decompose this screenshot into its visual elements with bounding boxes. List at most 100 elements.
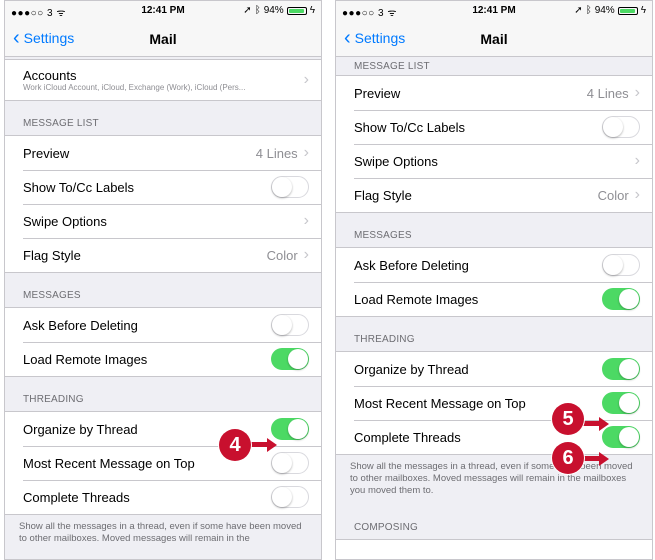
- section-header-message-list: MESSAGE LIST: [354, 61, 430, 72]
- preview-value: 4 Lines: [255, 145, 298, 161]
- swipe-options-label: Swipe Options: [354, 153, 438, 169]
- accounts-group: Accounts Work iCloud Account, iCloud, Ex…: [5, 59, 321, 101]
- ask-before-deleting-switch[interactable]: [602, 254, 640, 276]
- swipe-options-row[interactable]: Swipe Options ›: [336, 144, 652, 178]
- location-arrow-icon: ➚: [243, 5, 252, 16]
- switch-knob: [288, 419, 308, 439]
- swipe-options-label: Swipe Options: [23, 213, 107, 229]
- accounts-text: Accounts Work iCloud Account, iCloud, Ex…: [23, 68, 304, 92]
- switch-knob: [272, 453, 292, 473]
- chevron-right-icon: ›: [303, 246, 309, 263]
- callout-arrow-head: [599, 452, 609, 466]
- settings-list[interactable]: MESSAGE LIST Preview 4 Lines › Show To/C…: [336, 57, 652, 559]
- messages-group: Ask Before Deleting Load Remote Images: [336, 247, 652, 317]
- switch-knob: [272, 177, 292, 197]
- organize-by-thread-switch[interactable]: [271, 418, 309, 440]
- ask-before-deleting-switch[interactable]: [271, 314, 309, 336]
- flag-style-label: Flag Style: [23, 247, 81, 263]
- switch-knob: [619, 393, 639, 413]
- right-phone-screen: ●●●○○ 3 ᯤ 12:41 PM ➚ ᛒ 94% ϟ ‹ Settings …: [335, 0, 653, 560]
- load-remote-images-row: Load Remote Images: [336, 282, 652, 316]
- chevron-right-icon: ›: [303, 144, 309, 161]
- preview-row[interactable]: Preview 4 Lines ›: [5, 136, 321, 170]
- chevron-right-icon: ›: [634, 186, 640, 203]
- swipe-options-row[interactable]: Swipe Options ›: [5, 204, 321, 238]
- charging-icon: ϟ: [640, 5, 646, 16]
- complete-threads-switch[interactable]: [271, 486, 309, 508]
- messages-group: Ask Before Deleting Load Remote Images: [5, 307, 321, 377]
- flag-style-value: Color: [597, 187, 629, 203]
- nav-bar: ‹ Settings Mail: [336, 21, 652, 57]
- organize-by-thread-switch[interactable]: [602, 358, 640, 380]
- status-bar: ●●●○○ 3 ᯤ 12:41 PM ➚ ᛒ 94% ϟ: [5, 1, 321, 21]
- section-header-composing: COMPOSING: [354, 522, 419, 533]
- section-header-threading: THREADING: [354, 334, 415, 345]
- status-right: ➚ ᛒ 94% ϟ: [574, 5, 646, 16]
- battery-fill: [288, 8, 304, 13]
- switch-knob: [619, 427, 639, 447]
- chevron-right-icon: ›: [303, 71, 309, 88]
- composing-group: [336, 539, 652, 559]
- load-remote-images-switch[interactable]: [602, 288, 640, 310]
- switch-knob: [272, 315, 292, 335]
- preview-label: Preview: [354, 85, 401, 101]
- show-tocc-switch[interactable]: [271, 176, 309, 198]
- switch-knob: [272, 487, 292, 507]
- switch-knob: [603, 255, 623, 275]
- chevron-right-icon: ›: [634, 84, 640, 101]
- ask-before-deleting-row: Ask Before Deleting: [5, 308, 321, 342]
- page-title: Mail: [480, 31, 508, 47]
- switch-knob: [619, 289, 639, 309]
- flag-style-row[interactable]: Flag Style Color ›: [5, 238, 321, 272]
- location-arrow-icon: ➚: [574, 5, 583, 16]
- preview-row[interactable]: Preview 4 Lines ›: [336, 76, 652, 110]
- switch-knob: [619, 359, 639, 379]
- most-recent-on-top-switch[interactable]: [602, 392, 640, 414]
- callout-badge-4: 4: [219, 429, 251, 461]
- accounts-row[interactable]: Accounts Work iCloud Account, iCloud, Ex…: [5, 60, 321, 100]
- complete-threads-row: Complete Threads: [5, 480, 321, 514]
- load-remote-images-label: Load Remote Images: [354, 291, 479, 307]
- load-remote-images-row: Load Remote Images: [5, 342, 321, 376]
- preview-label: Preview: [23, 145, 70, 161]
- battery-percent: 94%: [263, 5, 284, 16]
- switch-knob: [288, 349, 308, 369]
- callout-badge-6: 6: [552, 442, 584, 474]
- organize-by-thread-label: Organize by Thread: [354, 361, 469, 377]
- status-right: ➚ ᛒ 94% ϟ: [243, 5, 315, 16]
- section-header-messages: MESSAGES: [354, 230, 412, 241]
- settings-list[interactable]: Accounts Work iCloud Account, iCloud, Ex…: [5, 57, 321, 559]
- bluetooth-icon: ᛒ: [254, 5, 261, 16]
- accounts-subtitle: Work iCloud Account, iCloud, Exchange (W…: [23, 83, 246, 92]
- load-remote-images-switch[interactable]: [271, 348, 309, 370]
- show-tocc-label: Show To/Cc Labels: [354, 119, 466, 135]
- most-recent-on-top-row: Most Recent Message on Top: [336, 386, 652, 420]
- show-tocc-switch[interactable]: [602, 116, 640, 138]
- complete-threads-label: Complete Threads: [23, 489, 130, 505]
- section-header-message-list: MESSAGE LIST: [23, 118, 99, 129]
- flag-style-row[interactable]: Flag Style Color ›: [336, 178, 652, 212]
- accounts-title: Accounts: [23, 68, 77, 83]
- show-tocc-label: Show To/Cc Labels: [23, 179, 135, 195]
- page-title: Mail: [149, 31, 177, 47]
- callout-arrow-head: [267, 438, 277, 452]
- flag-style-label: Flag Style: [354, 187, 412, 203]
- ask-before-deleting-label: Ask Before Deleting: [354, 257, 469, 273]
- battery-percent: 94%: [594, 5, 615, 16]
- battery-icon: [617, 6, 638, 15]
- ask-before-deleting-label: Ask Before Deleting: [23, 317, 138, 333]
- show-tocc-row: Show To/Cc Labels: [336, 110, 652, 144]
- message-list-group: Preview 4 Lines › Show To/Cc Labels Swip…: [336, 75, 652, 213]
- section-header-messages: MESSAGES: [23, 290, 81, 301]
- status-bar: ●●●○○ 3 ᯤ 12:41 PM ➚ ᛒ 94% ϟ: [336, 1, 652, 21]
- section-header-threading: THREADING: [23, 394, 84, 405]
- battery-fill: [619, 8, 635, 13]
- show-tocc-row: Show To/Cc Labels: [5, 170, 321, 204]
- preview-value: 4 Lines: [586, 85, 629, 101]
- left-phone-screen: ●●●○○ 3 ᯤ 12:41 PM ➚ ᛒ 94% ϟ ‹ Settings …: [4, 0, 322, 560]
- flag-style-value: Color: [266, 247, 298, 263]
- threading-group: Organize by Thread Most Recent Message o…: [5, 411, 321, 515]
- battery-icon: [286, 6, 307, 15]
- most-recent-on-top-switch[interactable]: [271, 452, 309, 474]
- load-remote-images-label: Load Remote Images: [23, 351, 148, 367]
